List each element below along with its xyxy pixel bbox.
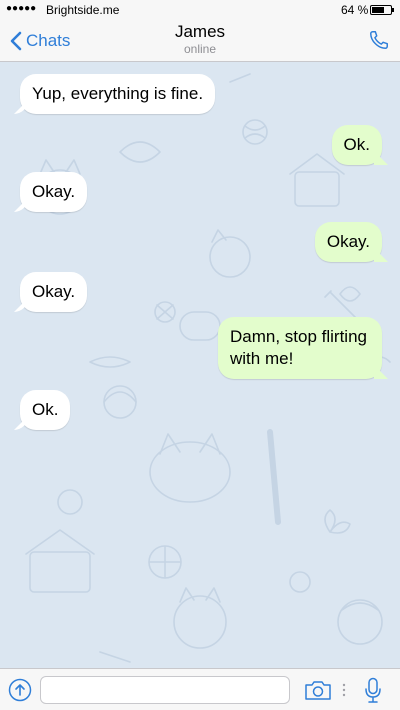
contact-info[interactable]: James online [100,22,300,56]
phone-icon[interactable] [368,29,390,51]
contact-status: online [183,42,217,56]
chevron-left-icon [10,31,22,51]
camera-icon[interactable] [304,679,332,701]
battery-fill [372,7,384,13]
outgoing-message-bubble[interactable]: Damn, stop flirting with me! [218,317,382,379]
carrier-name: Brightside.me [46,3,120,17]
chat-header: Chats James online [0,20,400,62]
outgoing-message-bubble[interactable]: Ok. [331,125,382,165]
back-to-chats-button[interactable]: Chats [10,30,70,52]
incoming-message-bubble[interactable]: Okay. [20,172,88,212]
incoming-message-bubble[interactable]: Yup, everything is fine. [20,74,216,114]
outgoing-message-bubble[interactable]: Okay. [314,222,382,262]
message-list[interactable]: Yup, everything is fine. Ok. Okay. Okay. Oka… [0,62,400,668]
incoming-message-bubble[interactable]: Okay. [20,272,88,312]
contact-name: James [174,22,226,41]
battery-percentage: 64 % [341,3,369,17]
battery-icon [370,5,394,15]
incoming-message-bubble[interactable]: Ok. [20,390,71,430]
microphone-icon[interactable] [364,677,382,703]
more-dots-icon [342,683,346,697]
back-label: Chats [26,31,71,50]
message-input-bar [0,668,400,710]
status-bar: ●●●●● Brightside.me 64 % [0,0,400,20]
attach-arrow-icon[interactable] [8,678,32,702]
message-input[interactable] [40,676,290,704]
signal-strength-icon: ●●●●● [6,3,37,14]
